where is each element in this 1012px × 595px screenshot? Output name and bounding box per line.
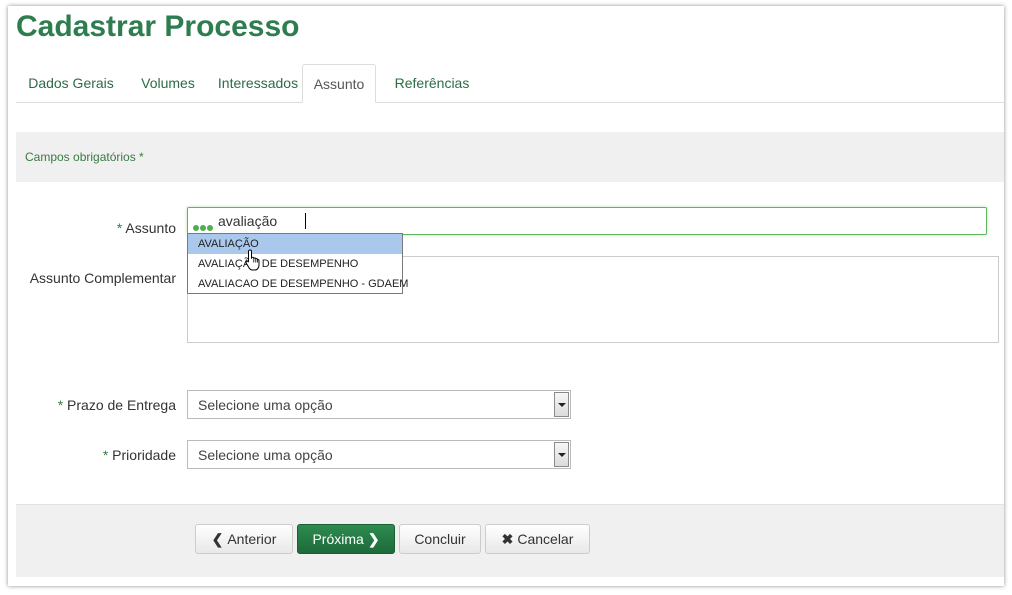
proxima-button[interactable]: Próxima ❯ xyxy=(297,524,395,554)
required-fields-notice: Campos obrigatórios * xyxy=(16,132,1004,182)
assunto-input[interactable]: avaliação xyxy=(187,207,987,235)
assunto-label-text: Assunto xyxy=(125,220,176,236)
prazo-label-text: Prazo de Entrega xyxy=(67,397,176,413)
suggestion-item[interactable]: AVALIACAO DE DESEMPENHO - GDAEM xyxy=(188,274,408,294)
assunto-label: * Assunto xyxy=(60,220,176,236)
prazo-selected-value: Selecione uma opção xyxy=(198,397,333,413)
cancelar-label: Cancelar xyxy=(517,531,574,547)
anterior-label: Anterior xyxy=(227,531,277,547)
tab-assunto[interactable]: Assunto xyxy=(302,64,376,103)
chevron-down-icon[interactable] xyxy=(554,392,569,417)
prioridade-required-mark: * xyxy=(102,447,109,463)
prioridade-label: * Prioridade xyxy=(60,447,176,463)
concluir-button[interactable]: Concluir xyxy=(399,524,481,554)
tab-bar: Dados Gerais Volumes Interessados Assunt… xyxy=(16,64,1004,103)
cancelar-button[interactable]: ✖ Cancelar xyxy=(485,524,590,554)
prioridade-select[interactable]: Selecione uma opção xyxy=(187,440,571,469)
proxima-label: Próxima xyxy=(312,531,364,547)
concluir-label: Concluir xyxy=(414,531,466,547)
chevron-right-icon: ❯ xyxy=(367,531,380,547)
prioridade-selected-value: Selecione uma opção xyxy=(198,447,333,463)
assunto-suggestions-list: AVALIAÇÃO AVALIAÇÃO DE DESEMPENHO AVALIA… xyxy=(187,233,408,294)
hand-pointer-icon xyxy=(245,249,260,271)
tab-volumes[interactable]: Volumes xyxy=(134,64,202,101)
x-icon: ✖ xyxy=(501,531,514,547)
chevron-down-icon[interactable] xyxy=(554,442,569,467)
prioridade-label-text: Prioridade xyxy=(112,447,176,463)
suggestion-item[interactable]: AVALIAÇÃO DE DESEMPENHO xyxy=(188,254,402,274)
assunto-complementar-label: Assunto Complementar xyxy=(29,270,176,286)
suggestion-item[interactable]: AVALIAÇÃO xyxy=(188,234,402,254)
prazo-select[interactable]: Selecione uma opção xyxy=(187,390,571,419)
assunto-required-mark: * xyxy=(116,220,123,236)
tab-interessados[interactable]: Interessados xyxy=(213,64,303,101)
assunto-input-value: avaliação xyxy=(218,213,278,229)
tab-referencias[interactable]: Referências xyxy=(390,64,474,101)
text-caret xyxy=(305,213,306,229)
prazo-required-mark: * xyxy=(57,397,64,413)
required-fields-text: Campos obrigatórios * xyxy=(25,150,144,164)
prazo-label: * Prazo de Entrega xyxy=(40,397,176,413)
tab-dados-gerais[interactable]: Dados Gerais xyxy=(26,64,116,101)
anterior-button[interactable]: ❮ Anterior xyxy=(195,524,293,554)
chevron-left-icon: ❮ xyxy=(211,531,224,547)
page-title: Cadastrar Processo xyxy=(16,10,300,43)
